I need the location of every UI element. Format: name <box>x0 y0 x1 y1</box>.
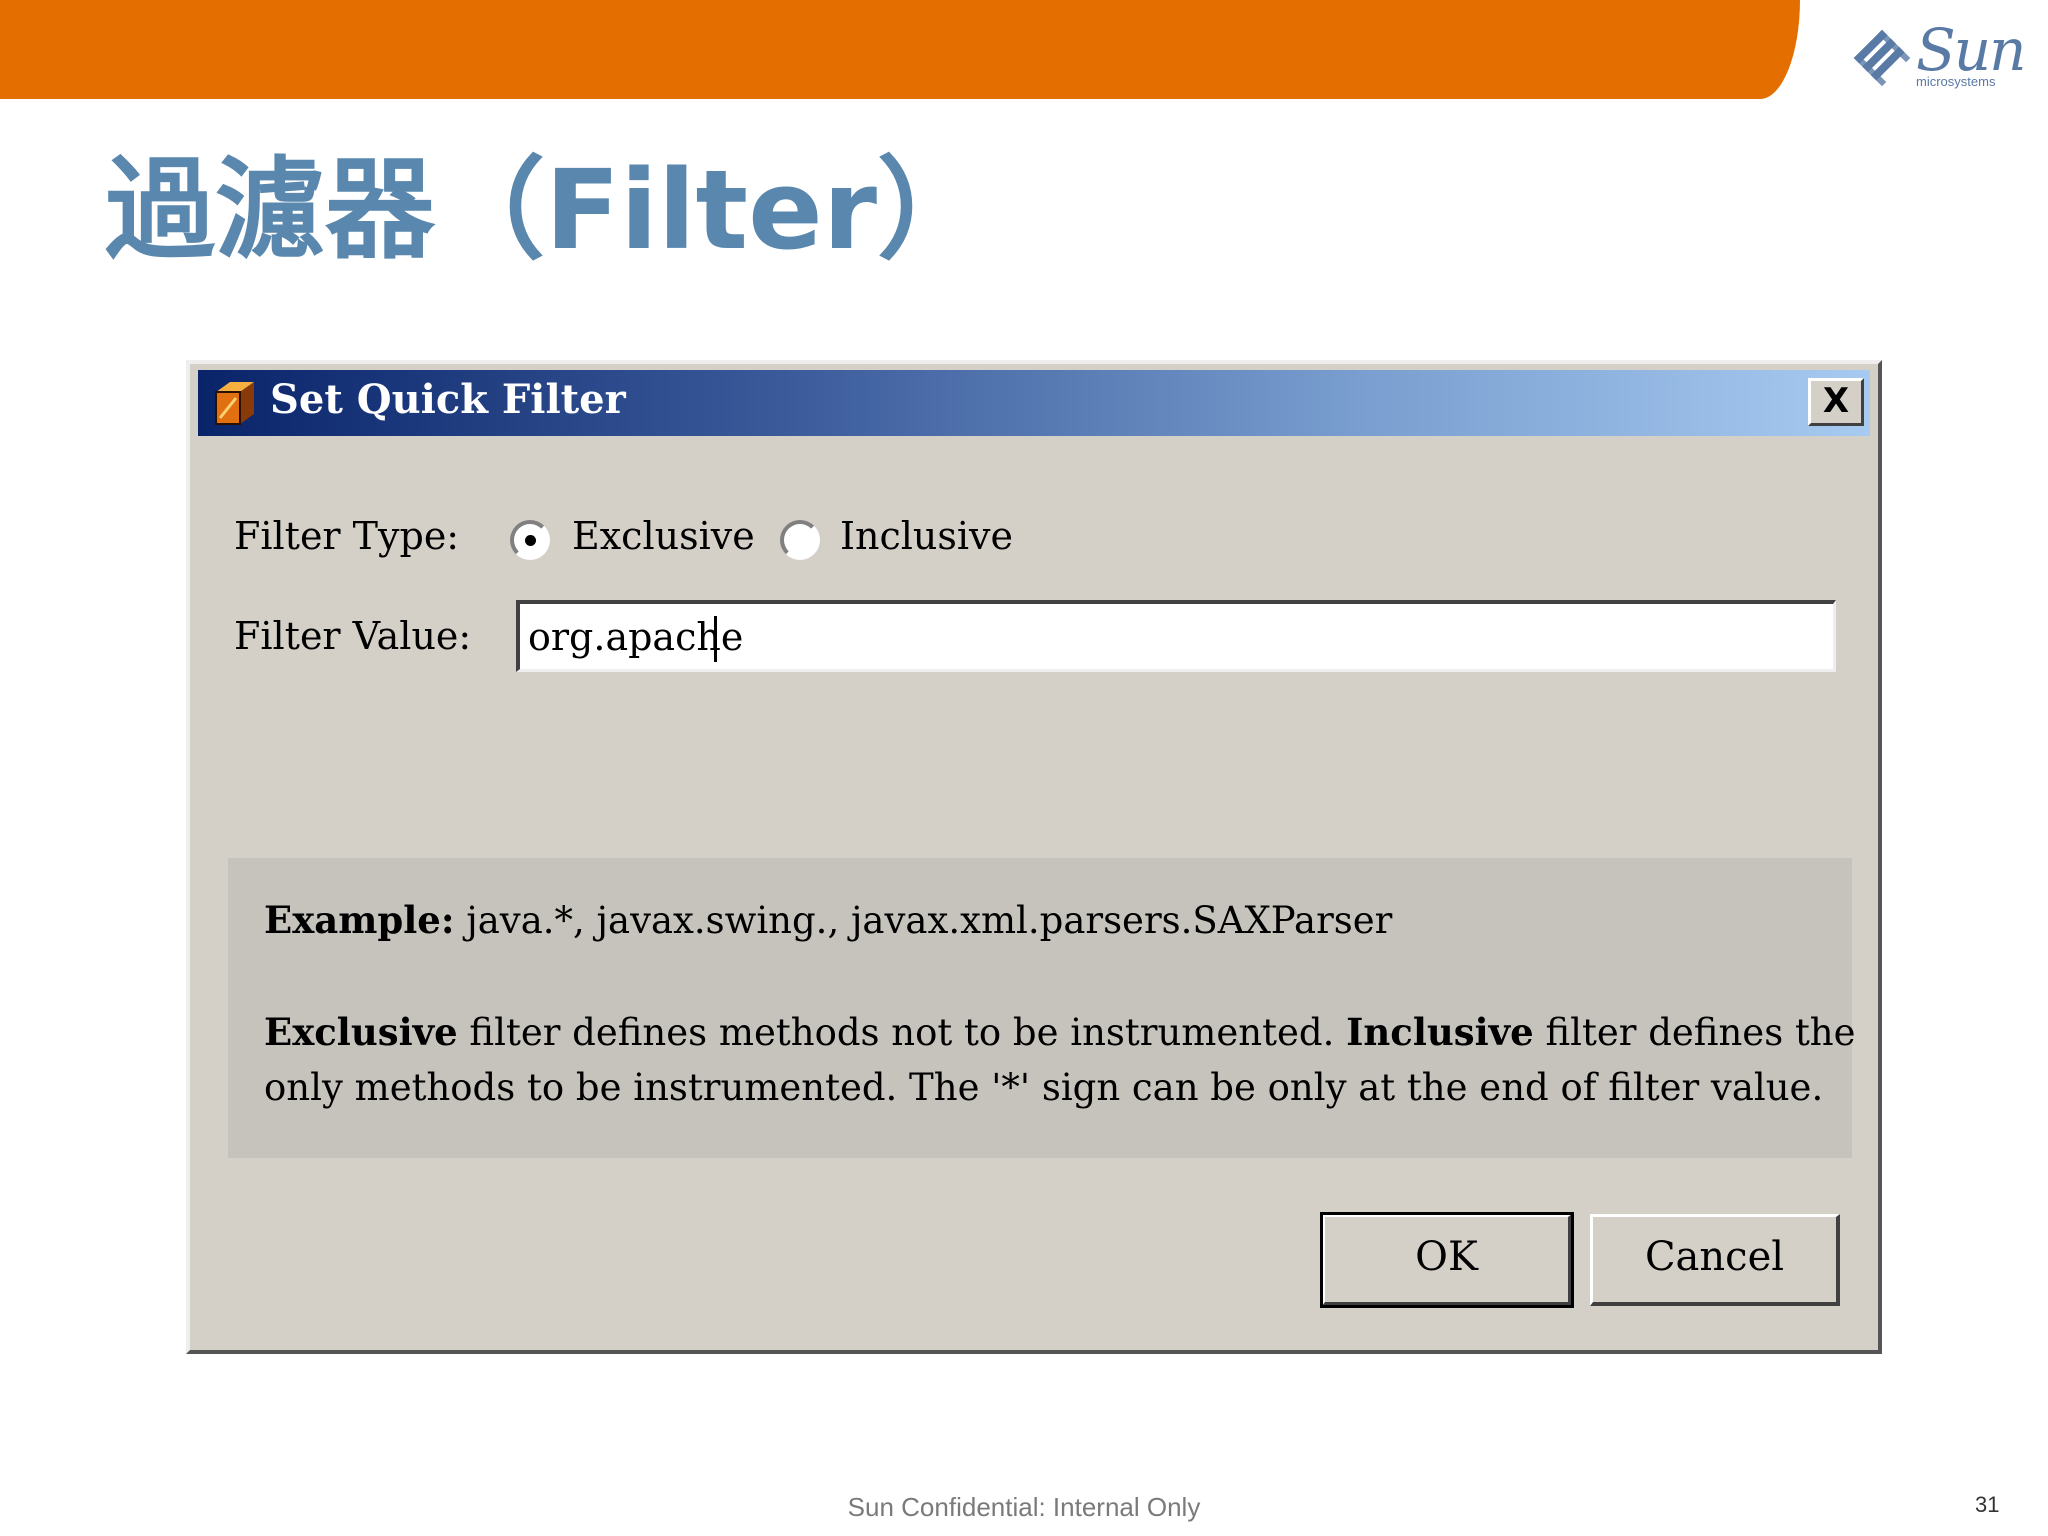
sun-logo-icon <box>1853 29 1911 87</box>
close-icon: X <box>1822 381 1850 421</box>
radio-selected-dot <box>525 535 536 546</box>
ok-button[interactable]: OK <box>1320 1212 1574 1308</box>
dialog-titlebar[interactable]: Set Quick Filter X <box>198 370 1870 436</box>
radio-exclusive[interactable] <box>510 520 550 560</box>
footer-confidential: Sun Confidential: Internal Only <box>847 1492 1201 1522</box>
exclusive-description-line: Exclusive filter defines methods not to … <box>264 1010 1856 1054</box>
radio-inclusive[interactable] <box>780 520 820 560</box>
example-label: Example: <box>264 898 455 942</box>
inclusive-text: filter defines the <box>1533 1011 1856 1054</box>
example-line: Example: java.*, javax.swing., javax.xml… <box>264 898 1392 942</box>
filter-value-label: Filter Value: <box>234 614 472 658</box>
slide-top-bar <box>0 0 1800 99</box>
cancel-button[interactable]: Cancel <box>1590 1214 1840 1306</box>
radio-exclusive-label[interactable]: Exclusive <box>572 514 755 558</box>
radio-inclusive-label[interactable]: Inclusive <box>840 514 1013 558</box>
logo-subtitle: microsystems <box>1916 74 1996 89</box>
inclusive-keyword: Inclusive <box>1346 1010 1534 1054</box>
info-panel: Example: java.*, javax.swing., javax.xml… <box>228 858 1856 1158</box>
description-line-2: only methods to be instrumented. The '*'… <box>264 1066 1824 1109</box>
sun-logo: Sun microsystems <box>1852 16 2026 94</box>
exclusive-keyword: Exclusive <box>264 1010 458 1054</box>
exclusive-text: filter defines methods not to be instrum… <box>457 1011 1347 1054</box>
example-text: java.*, javax.swing., javax.xml.parsers.… <box>454 899 1393 942</box>
filter-type-label: Filter Type: <box>234 514 460 558</box>
set-quick-filter-dialog: Set Quick Filter X Filter Type: Exclusiv… <box>186 360 1882 1354</box>
close-button[interactable]: X <box>1808 378 1864 426</box>
page-number: 31 <box>1975 1492 2000 1517</box>
text-caret <box>714 616 717 662</box>
dialog-title: Set Quick Filter <box>270 376 626 423</box>
slide-title: 過濾器（Filter） <box>105 146 987 274</box>
cube-icon <box>215 382 254 425</box>
